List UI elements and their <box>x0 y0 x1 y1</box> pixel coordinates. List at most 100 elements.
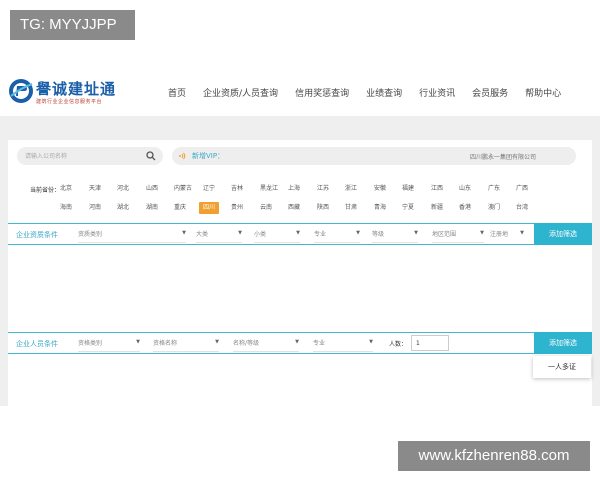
dropdown-option-multi-certificate[interactable]: 一人多证 <box>533 356 591 378</box>
search-panel <box>8 140 592 406</box>
select-underline <box>314 242 360 243</box>
region-item[interactable]: 陕西 <box>317 202 329 214</box>
chevron-down-icon: ▼ <box>414 230 418 236</box>
region-item[interactable]: 河南 <box>89 202 101 214</box>
chevron-down-icon: ▼ <box>136 339 140 345</box>
region-item[interactable]: 黑龙江 <box>260 183 278 195</box>
nav-item-performance[interactable]: 业绩查询 <box>366 86 402 99</box>
nav-item-qualification[interactable]: 企业资质/人员查询 <box>203 86 278 99</box>
chevron-down-icon: ▼ <box>356 230 360 236</box>
region-label: 当前省份： <box>30 187 61 194</box>
region-item[interactable]: 湖南 <box>146 202 158 214</box>
select-label: 专业 <box>314 231 327 238</box>
region-item[interactable]: 上海 <box>288 183 300 195</box>
region-item[interactable]: 河北 <box>117 183 129 195</box>
company-filter-bar: 企业资质条件 资质类别 ▼ 大类 ▼ 小类 ▼ 专业 ▼ 等级 ▼ 地区范围 ▼… <box>8 223 592 245</box>
tg-badge: TG: MYYJJPP <box>10 10 135 40</box>
select-person-specialty[interactable]: 专业 ▼ <box>313 338 373 352</box>
region-item[interactable]: 辽宁 <box>203 183 215 195</box>
person-count-input[interactable] <box>411 335 449 351</box>
region-item[interactable]: 浙江 <box>345 183 357 195</box>
select-label: 等级 <box>372 231 385 238</box>
select-underline <box>254 242 300 243</box>
region-item[interactable]: 内蒙古 <box>174 183 192 195</box>
region-item[interactable]: 天津 <box>89 183 101 195</box>
chevron-down-icon: ▼ <box>182 230 186 236</box>
region-item[interactable]: 山西 <box>146 183 158 195</box>
region-item[interactable]: 广东 <box>488 183 500 195</box>
chevron-down-icon: ▼ <box>520 230 524 236</box>
region-item[interactable]: 台湾 <box>516 202 528 214</box>
region-item[interactable]: 江苏 <box>317 183 329 195</box>
nav-item-home[interactable]: 首页 <box>168 86 186 99</box>
search-input[interactable] <box>25 149 145 163</box>
select-registered-place[interactable]: 注册地 ▼ <box>490 229 524 241</box>
region-item[interactable]: 贵州 <box>231 202 243 214</box>
logo-name: 譽诚建址通 <box>36 80 117 98</box>
select-label: 专业 <box>313 340 326 347</box>
select-label: 名称/等级 <box>233 340 260 347</box>
select-label: 资格名称 <box>153 340 178 347</box>
region-item[interactable]: 新疆 <box>431 202 443 214</box>
chevron-down-icon: ▼ <box>238 230 242 236</box>
site-header: 譽诚建址通 建筑行业企业信息服务平台 首页 企业资质/人员查询 信用奖惩查询 业… <box>0 70 600 116</box>
person-filter-title: 企业人员条件 <box>16 340 58 348</box>
region-item[interactable]: 福建 <box>402 183 414 195</box>
logo-circle-icon <box>9 79 33 103</box>
region-item[interactable]: 吉林 <box>231 183 243 195</box>
select-label: 地区范围 <box>432 231 457 238</box>
nav-item-membership[interactable]: 会员服务 <box>472 86 508 99</box>
region-item[interactable]: 澳门 <box>488 202 500 214</box>
select-qualification-type[interactable]: 资质类别 ▼ <box>78 229 186 243</box>
logo-slogan: 建筑行业企业信息服务平台 <box>36 99 103 105</box>
region-item-active[interactable]: 四川 <box>199 202 220 214</box>
region-item[interactable]: 甘肃 <box>345 202 357 214</box>
select-label: 小类 <box>254 231 267 238</box>
page: TG: MYYJJPP 譽诚建址通 建筑行业企业信息服务平台 首页 企业资质/人… <box>0 0 600 480</box>
broadcast-icon <box>179 152 186 160</box>
chevron-down-icon: ▼ <box>215 339 219 345</box>
chevron-down-icon: ▼ <box>296 230 300 236</box>
select-underline <box>78 242 186 243</box>
add-company-filter-button[interactable]: 添加筛选 <box>534 223 592 245</box>
region-item[interactable]: 香港 <box>459 202 471 214</box>
region-item[interactable]: 重庆 <box>174 202 186 214</box>
region-item[interactable]: 宁夏 <box>402 202 414 214</box>
select-specialty[interactable]: 专业 ▼ <box>314 229 360 243</box>
select-region-scope[interactable]: 地区范围 ▼ <box>432 229 484 243</box>
nav-item-help[interactable]: 帮助中心 <box>525 86 561 99</box>
region-item[interactable]: 山东 <box>459 183 471 195</box>
select-label: 注册地 <box>490 231 509 238</box>
select-underline <box>233 351 299 352</box>
select-label: 大类 <box>196 231 209 238</box>
region-item[interactable]: 北京 <box>60 183 72 195</box>
nav-item-credit[interactable]: 信用奖惩查询 <box>295 86 349 99</box>
chevron-down-icon: ▼ <box>295 339 299 345</box>
select-underline <box>196 242 242 243</box>
region-item[interactable]: 海南 <box>60 202 72 214</box>
company-search <box>17 147 163 165</box>
select-minor-category[interactable]: 小类 ▼ <box>254 229 300 243</box>
vip-company[interactable]: 四川鹏永一集团有限公司 <box>470 152 536 161</box>
region-item[interactable]: 西藏 <box>288 202 300 214</box>
select-underline <box>432 242 484 243</box>
region-item[interactable]: 江西 <box>431 183 443 195</box>
select-grade[interactable]: 等级 ▼ <box>372 229 418 243</box>
region-item[interactable]: 广西 <box>516 183 528 195</box>
chevron-down-icon: ▼ <box>369 339 373 345</box>
select-certificate-name[interactable]: 资格名称 ▼ <box>153 338 219 352</box>
select-name-grade[interactable]: 名称/等级 ▼ <box>233 338 299 352</box>
nav-item-news[interactable]: 行业资讯 <box>419 86 455 99</box>
person-count-label: 人数： <box>389 341 408 348</box>
add-person-filter-button[interactable]: 添加筛选 <box>534 332 592 354</box>
select-label: 资质类别 <box>78 231 103 238</box>
region-item[interactable]: 湖北 <box>117 202 129 214</box>
region-item[interactable]: 云南 <box>260 202 272 214</box>
select-certificate-type[interactable]: 资格类别 ▼ <box>78 338 140 352</box>
region-item[interactable]: 青海 <box>374 202 386 214</box>
search-icon[interactable] <box>146 151 156 161</box>
select-major-category[interactable]: 大类 ▼ <box>196 229 242 243</box>
select-label: 资格类别 <box>78 340 103 347</box>
region-item[interactable]: 安徽 <box>374 183 386 195</box>
logo[interactable]: 譽诚建址通 建筑行业企业信息服务平台 <box>8 76 128 110</box>
